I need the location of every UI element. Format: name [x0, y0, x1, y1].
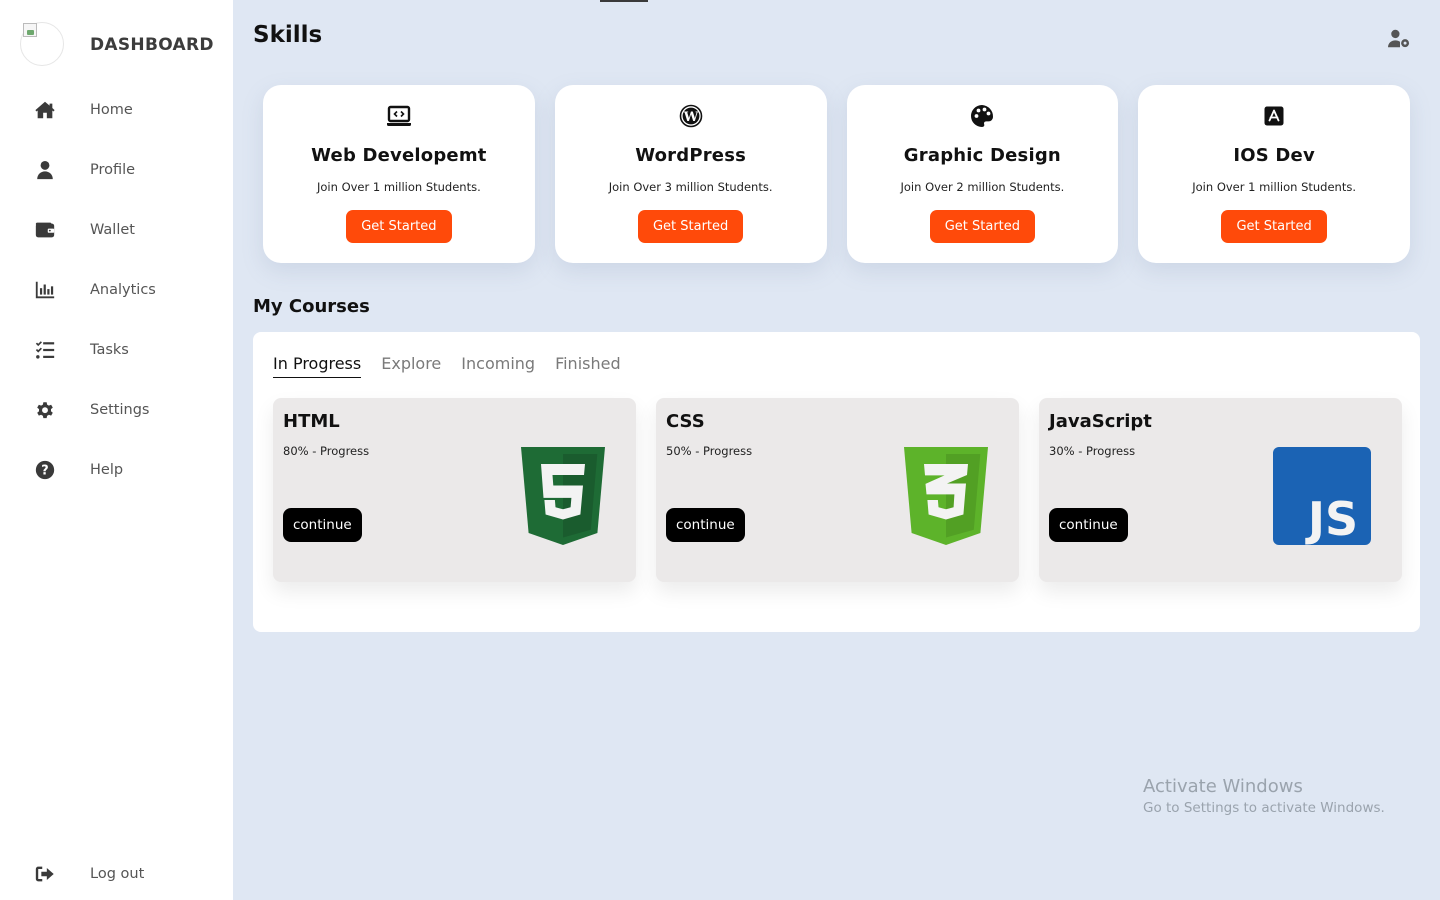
skill-card-ios-dev: IOS Dev Join Over 1 million Students. Ge…: [1138, 85, 1410, 263]
sidebar-item-label: Home: [90, 102, 133, 118]
get-started-button[interactable]: Get Started: [637, 210, 744, 243]
tab-finished[interactable]: Finished: [555, 354, 621, 378]
svg-text:?: ?: [41, 464, 48, 479]
svg-text:JS: JS: [1305, 492, 1358, 545]
js-logo: JS: [1273, 447, 1371, 549]
sidebar-item-profile[interactable]: Profile: [0, 140, 233, 200]
logo-image: [20, 22, 64, 66]
sidebar-item-label: Profile: [90, 162, 136, 178]
tab-incoming[interactable]: Incoming: [461, 354, 535, 378]
skill-title: Graphic Design: [903, 145, 1061, 166]
skills-list: Web Developemt Join Over 1 million Stude…: [263, 85, 1410, 263]
watermark-subtitle: Go to Settings to activate Windows.: [1143, 800, 1385, 816]
course-card-css: CSS 50% - Progress continue: [656, 398, 1019, 582]
sidebar-item-label: Analytics: [90, 282, 156, 298]
brand-title: DASHBOARD: [90, 35, 214, 55]
skill-subtitle: Join Over 1 million Students.: [317, 180, 481, 194]
continue-button[interactable]: continue: [666, 508, 745, 542]
help-icon: ?: [0, 459, 90, 481]
sidebar-item-settings[interactable]: Settings: [0, 380, 233, 440]
continue-button[interactable]: continue: [1049, 508, 1128, 542]
sidebar-item-label: Settings: [90, 402, 150, 418]
skill-card-web-development: Web Developemt Join Over 1 million Stude…: [263, 85, 535, 263]
tasks-icon: [0, 339, 90, 361]
course-progress: 30% - Progress: [1049, 444, 1136, 458]
get-started-button[interactable]: Get Started: [346, 210, 452, 243]
skill-card-graphic-design: Graphic Design Join Over 2 million Stude…: [846, 85, 1119, 263]
logout-button[interactable]: Log out: [0, 844, 233, 900]
wallet-icon: [0, 219, 90, 241]
top-indicator: [600, 0, 648, 2]
sidebar-item-label: Help: [90, 462, 124, 478]
skill-subtitle: Join Over 2 million Students.: [900, 180, 1065, 194]
sidebar: DASHBOARD Home Profile Wallet Analytics: [0, 0, 233, 900]
continue-button[interactable]: continue: [283, 508, 362, 542]
course-progress: 80% - Progress: [283, 444, 370, 458]
skill-title: Web Developemt: [311, 145, 487, 166]
course-card-html: HTML 80% - Progress continue: [273, 398, 636, 582]
watermark-title: Activate Windows: [1143, 776, 1303, 797]
logout-label: Log out: [90, 866, 145, 882]
courses-panel: In Progress Explore Incoming Finished HT…: [253, 332, 1420, 632]
logout-icon: [0, 863, 90, 885]
tab-in-progress[interactable]: In Progress: [273, 354, 362, 378]
user-gear-icon[interactable]: [1388, 28, 1412, 50]
html5-logo: [521, 447, 605, 549]
course-progress: 50% - Progress: [666, 444, 753, 458]
sidebar-item-wallet[interactable]: Wallet: [0, 200, 233, 260]
sidebar-item-analytics[interactable]: Analytics: [0, 260, 233, 320]
broken-image-icon: [23, 23, 37, 37]
sidebar-item-label: Tasks: [90, 342, 129, 358]
chart-icon: [0, 279, 90, 301]
sidebar-item-home[interactable]: Home: [0, 80, 233, 140]
skill-subtitle: Join Over 3 million Students.: [608, 180, 773, 194]
get-started-button[interactable]: Get Started: [929, 210, 1036, 243]
css3-logo: [904, 447, 988, 549]
page-title: Skills: [253, 22, 323, 48]
course-title: CSS: [666, 411, 705, 432]
course-title: JavaScript: [1049, 411, 1152, 432]
palette-icon: [969, 103, 995, 129]
sidebar-nav: Home Profile Wallet Analytics Tasks Sett…: [0, 80, 233, 500]
course-title: HTML: [283, 411, 340, 432]
course-list: HTML 80% - Progress continue CSS 50% - P…: [273, 398, 1402, 582]
section-title-my-courses: My Courses: [253, 296, 370, 317]
skill-title: WordPress: [635, 145, 747, 166]
logo: [20, 22, 64, 66]
user-icon: [0, 159, 90, 181]
app-store-icon: [1261, 103, 1287, 129]
gear-icon: [0, 399, 90, 421]
skill-subtitle: Join Over 1 million Students.: [1192, 180, 1356, 194]
tab-explore[interactable]: Explore: [381, 354, 441, 378]
sidebar-item-tasks[interactable]: Tasks: [0, 320, 233, 380]
laptop-code-icon: [386, 103, 412, 129]
wordpress-icon: W: [678, 103, 704, 129]
skill-card-wordpress: W WordPress Join Over 3 million Students…: [554, 85, 827, 263]
home-icon: [0, 99, 90, 121]
courses-tabs: In Progress Explore Incoming Finished: [273, 354, 621, 378]
sidebar-item-label: Wallet: [90, 222, 135, 238]
sidebar-item-help[interactable]: ? Help: [0, 440, 233, 500]
course-card-javascript: JavaScript 30% - Progress continue JS: [1039, 398, 1402, 582]
skill-title: IOS Dev: [1233, 145, 1315, 166]
windows-activation-watermark: Activate Windows Go to Settings to activ…: [1143, 776, 1385, 816]
svg-text:W: W: [682, 110, 698, 125]
get-started-button[interactable]: Get Started: [1221, 210, 1327, 243]
